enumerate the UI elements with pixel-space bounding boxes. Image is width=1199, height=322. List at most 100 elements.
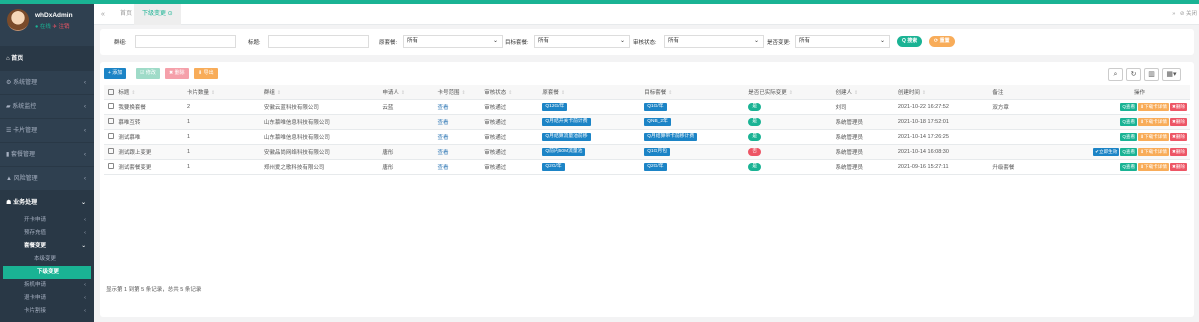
download-card-details-button[interactable]: ⬇下载卡详情 bbox=[1138, 147, 1169, 156]
column-header[interactable]: 创建时间 ⇕ bbox=[893, 85, 989, 100]
delete-row-button[interactable]: ✖删除 bbox=[1169, 117, 1187, 126]
avatar[interactable] bbox=[7, 9, 29, 31]
column-header[interactable]: 卡片数量 ⇕ bbox=[182, 85, 260, 100]
view-button[interactable]: Q查看 bbox=[1120, 102, 1138, 111]
columns-icon[interactable]: ▥ bbox=[1144, 68, 1159, 81]
view-card-range-link[interactable]: 查看 bbox=[437, 120, 448, 126]
sort-icon: ⇕ bbox=[400, 89, 406, 96]
column-header[interactable]: 卡号范围 ⇕ bbox=[433, 85, 481, 100]
apply-now-button[interactable]: ✔立即生效 bbox=[1093, 147, 1120, 156]
source-package-select[interactable]: 所有 ⌄ bbox=[403, 35, 503, 48]
sidebar-subitem-7[interactable]: 卡片割接 ‹ bbox=[0, 305, 94, 318]
changed-select[interactable]: 所有 ⌄ bbox=[795, 35, 890, 48]
source-package-badge[interactable]: Q前内50M流量池 bbox=[542, 147, 586, 156]
review-status-select[interactable]: 所有 ⌄ bbox=[664, 35, 764, 48]
target-package-badge[interactable]: Q1G/年 bbox=[644, 102, 667, 111]
row-checkbox[interactable] bbox=[108, 163, 114, 170]
column-header[interactable]: 审核状态 ⇕ bbox=[480, 85, 539, 100]
sidebar-item-home[interactable]: ⌂ 首页 bbox=[0, 46, 94, 70]
view-card-range-link[interactable]: 查看 bbox=[437, 135, 448, 141]
delete-row-button[interactable]: ✖删除 bbox=[1169, 102, 1187, 111]
cell-title: 我要换套餐 bbox=[114, 99, 183, 115]
user-name[interactable]: whDxAdmin bbox=[35, 12, 73, 19]
table-row[interactable]: 慕唯互转 1 山东慕唯信息科技有限公司 查看 审核通过 Q月结开关卡前计费 QNB_2年 是 系… bbox=[104, 114, 1190, 130]
source-package-badge[interactable]: Q2G/年 bbox=[542, 162, 565, 171]
download-card-details-button[interactable]: ⬇下载卡详情 bbox=[1138, 102, 1169, 111]
download-card-details-button[interactable]: ⬇下载卡详情 bbox=[1138, 117, 1169, 126]
select-all-checkbox[interactable] bbox=[108, 88, 114, 95]
sidebar-subitem-6[interactable]: 退卡申请 ‹ bbox=[0, 292, 94, 305]
edit-button[interactable]: ☑ 修改 bbox=[136, 68, 160, 79]
table-row[interactable]: 测试慕唯 1 山东慕唯信息科技有限公司 查看 审核通过 Q月结算流量池前移 Q月结算带卡前移… bbox=[104, 129, 1190, 145]
view-card-range-link[interactable]: 查看 bbox=[437, 165, 448, 171]
column-header[interactable]: 原套餐 ⇕ bbox=[538, 85, 641, 100]
target-package-badge[interactable]: Q1G月包 bbox=[644, 147, 670, 156]
column-header[interactable]: 群组 ⇕ bbox=[259, 85, 379, 100]
reset-button[interactable]: ⟳ 重置 bbox=[929, 36, 955, 47]
row-checkbox[interactable] bbox=[108, 148, 114, 155]
column-header[interactable]: 目标套餐 ⇕ bbox=[640, 85, 745, 100]
view-card-range-link[interactable]: 查看 bbox=[437, 150, 448, 156]
column-header[interactable]: 标题 ⇕ bbox=[114, 85, 183, 100]
search-icon[interactable]: ⌕ bbox=[1108, 68, 1123, 81]
sidebar-subitem-5[interactable]: 拆机申请 ‹ bbox=[0, 279, 94, 292]
column-header[interactable]: 是否已实际变更 ⇕ bbox=[744, 85, 832, 100]
source-package-badge[interactable]: Q月结开关卡前计费 bbox=[542, 117, 591, 126]
tab-subordinate-change[interactable]: 下级变更 ⊙ bbox=[134, 4, 181, 25]
online-status: ● 在线 bbox=[35, 24, 51, 30]
target-package-badge[interactable]: QNB_2年 bbox=[644, 117, 671, 126]
tab-scroll-left-button[interactable]: « bbox=[94, 4, 112, 25]
sidebar-subitem-1[interactable]: 预存充值 ‹ bbox=[0, 227, 94, 240]
row-checkbox[interactable] bbox=[108, 118, 114, 125]
tab-scroll-right-button[interactable]: » bbox=[1172, 11, 1175, 17]
column-header[interactable]: 申请人 ⇕ bbox=[378, 85, 434, 100]
view-button[interactable]: Q查看 bbox=[1120, 132, 1138, 141]
export-button[interactable]: ⬇ 导出 bbox=[194, 68, 218, 79]
sidebar-subitem-4[interactable]: 下级变更 bbox=[3, 266, 91, 279]
delete-button[interactable]: ✖ 删除 bbox=[165, 68, 189, 79]
sidebar-subitem-0[interactable]: 开卡申请 ‹ bbox=[0, 214, 94, 227]
column-header[interactable]: 操作 bbox=[1085, 85, 1190, 100]
delete-row-button[interactable]: ✖删除 bbox=[1169, 147, 1187, 156]
sidebar-item-4[interactable]: ▲ 风险管理 ‹ bbox=[0, 166, 94, 190]
cell-source-package: Q前内50M流量池 bbox=[538, 144, 641, 160]
column-header[interactable]: 创建人 ⇕ bbox=[831, 85, 894, 100]
sidebar: whDxAdmin ● 在线 ✈ 注销 ⌂ 首页 ⚙ 系统管理 ‹ ▰ 系统监控 ‹ ☰… bbox=[0, 4, 94, 322]
row-checkbox[interactable] bbox=[108, 133, 114, 140]
add-button[interactable]: + 添加 bbox=[104, 68, 127, 79]
table-row[interactable]: 测试跟上变更 1 安徽品尚网络科技有限公司 唐彤 查看 审核通过 Q前内50M流量池 Q1G月… bbox=[104, 144, 1190, 160]
target-package-select[interactable]: 所有 ⌄ bbox=[534, 35, 630, 48]
view-button[interactable]: Q查看 bbox=[1120, 162, 1138, 171]
logout-link[interactable]: ✈ 注销 bbox=[52, 24, 69, 30]
close-tabs-button[interactable]: ⊘ 关闭 bbox=[1180, 11, 1197, 17]
delete-row-button[interactable]: ✖删除 bbox=[1169, 162, 1187, 171]
sidebar-subitem-3[interactable]: 本级变更 bbox=[0, 253, 94, 266]
table-row[interactable]: 测试套餐变更 1 郑州爱之歌科技有限公司 唐彤 查看 审核通过 Q2G/年 Q2G/年是系统管… bbox=[104, 159, 1190, 175]
source-package-badge[interactable]: Q12G/年 bbox=[542, 102, 568, 111]
refresh-icon[interactable]: ↻ bbox=[1126, 68, 1141, 81]
title-input[interactable] bbox=[268, 35, 369, 48]
target-package-badge[interactable]: Q2G/年 bbox=[644, 162, 667, 171]
sort-icon: ⇕ bbox=[854, 89, 859, 96]
sidebar-item-1[interactable]: ▰ 系统监控 ‹ bbox=[0, 94, 94, 118]
delete-row-button[interactable]: ✖删除 bbox=[1169, 132, 1187, 141]
download-card-details-button[interactable]: ⬇下载卡详情 bbox=[1138, 162, 1169, 171]
view-button[interactable]: Q查看 bbox=[1120, 117, 1138, 126]
column-header[interactable]: 备注 bbox=[988, 85, 1086, 100]
table-row[interactable]: 我要换套餐 2 安徽云蓝科技有限公司 云蓝 查看 审核通过 Q12G/年 Q1G/年 是 刘司 20… bbox=[104, 99, 1190, 115]
source-package-badge[interactable]: Q月结算流量池前移 bbox=[542, 132, 591, 141]
sidebar-item-2[interactable]: ☰ 卡片管理 ‹ bbox=[0, 118, 94, 142]
download-card-details-button[interactable]: ⬇下载卡详情 bbox=[1138, 132, 1169, 141]
sidebar-item-0[interactable]: ⚙ 系统管理 ‹ bbox=[0, 70, 94, 94]
view-card-range-link[interactable]: 查看 bbox=[437, 105, 448, 111]
sidebar-item-3[interactable]: ▮ 套餐管理 ‹ bbox=[0, 142, 94, 166]
view-button[interactable]: Q查看 bbox=[1120, 147, 1138, 156]
group-input[interactable] bbox=[135, 35, 236, 48]
target-package-badge[interactable]: Q月结算带卡前移计费 bbox=[644, 132, 698, 141]
sidebar-item-business[interactable]: ☗ 业务处理 ⌄ bbox=[0, 190, 94, 214]
cell-card-range: 查看 bbox=[433, 114, 481, 130]
grid-toggle-icon[interactable]: ▦▾ bbox=[1162, 68, 1181, 81]
sidebar-subitem-2[interactable]: 套餐变更 ⌄ bbox=[0, 240, 94, 253]
row-checkbox[interactable] bbox=[108, 103, 114, 110]
search-button[interactable]: Q 搜索 bbox=[897, 36, 923, 47]
